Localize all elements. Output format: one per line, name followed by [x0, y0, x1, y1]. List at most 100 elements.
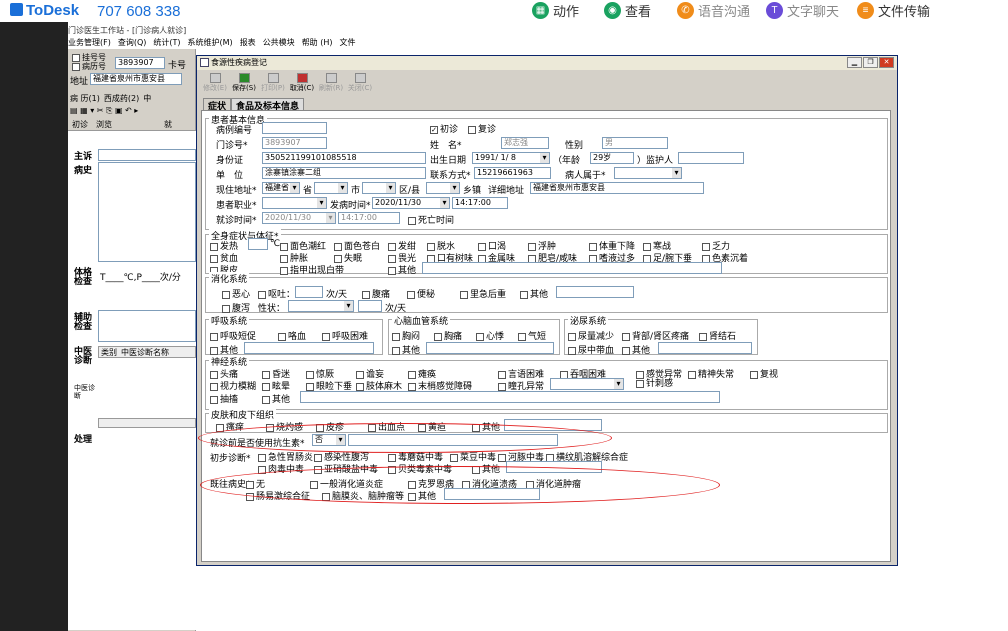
town-select[interactable] — [426, 182, 460, 194]
close-icon[interactable]: ✕ — [879, 57, 894, 68]
menu-query[interactable]: 查询(Q) — [118, 38, 147, 47]
symptom-twitching[interactable]: 抽搐 — [210, 392, 238, 405]
urinary-other-input[interactable] — [658, 342, 752, 354]
diarrhea-count-input[interactable] — [358, 300, 382, 312]
diag-scrollbar[interactable] — [98, 418, 196, 428]
close-button[interactable]: 关闭(C) — [346, 73, 374, 93]
symptom-nail-band[interactable]: 指甲出现白带 — [280, 263, 344, 276]
view-button[interactable]: ◉ 查看 — [604, 1, 651, 19]
tab-western[interactable]: 西成药(2) — [104, 93, 139, 104]
menu-help[interactable]: 帮助 (H) — [302, 38, 333, 47]
systemic-other-input[interactable] — [422, 262, 722, 274]
symptom-chest-tightness[interactable]: 胸闷 — [392, 329, 420, 342]
province-select[interactable]: 福建省 — [262, 182, 300, 194]
symptom-abdominal-pain[interactable]: 腹痛 — [362, 287, 390, 300]
reg-number-input[interactable]: 3893907 — [115, 57, 165, 69]
tab-food-sample[interactable]: 食品及标本信息 — [231, 98, 305, 112]
file-transfer-button[interactable]: ≡ 文件传输 — [857, 1, 930, 19]
address-input[interactable]: 福建省泉州市惠安县 — [90, 73, 182, 85]
menu-stats[interactable]: 统计(T) — [153, 38, 180, 47]
tab-symptoms[interactable]: 症状 — [203, 98, 232, 112]
symptom-psychosis[interactable]: 精神失常 — [688, 367, 734, 380]
tab-extra[interactable]: 就 — [164, 119, 172, 130]
symptom-diplopia[interactable]: 复视 — [750, 367, 778, 380]
symptom-hemoptysis[interactable]: 咯血 — [278, 329, 306, 342]
symptom-oliguria[interactable]: 尿量减少 — [568, 329, 614, 342]
menu-business[interactable]: 业务管理(F) — [68, 38, 111, 47]
neuro-other-input[interactable] — [300, 391, 720, 403]
city-select[interactable] — [314, 182, 348, 194]
unit-input[interactable]: 涂寨镇涂寨二组 — [262, 167, 426, 179]
dob-picker[interactable]: 1991/ 1/ 8 — [472, 152, 550, 164]
symptom-vertigo[interactable]: 眩晕 — [262, 379, 290, 392]
detail-address-input[interactable]: 福建省泉州市惠安县 — [530, 182, 704, 194]
symptom-shortness[interactable]: 气短 — [518, 329, 546, 342]
digestive-other-input[interactable] — [556, 286, 634, 298]
voice-button[interactable]: ✆ 语音沟通 — [677, 1, 750, 19]
visit-date-picker[interactable]: 2020/11/30 — [262, 212, 336, 224]
neuro-other[interactable]: 其他 — [262, 392, 290, 405]
symptom-hematuria[interactable]: 尿中带血 — [568, 343, 614, 356]
clinic-no-input[interactable]: 3893907 — [262, 137, 327, 149]
vomit-count-input[interactable] — [295, 286, 323, 298]
symptom-tenesmus[interactable]: 里急后重 — [460, 287, 506, 300]
pupil-select[interactable] — [550, 378, 624, 390]
minimize-icon[interactable]: ▁ — [847, 57, 862, 68]
symptom-needle[interactable]: 针刺感 — [636, 376, 673, 389]
symptom-chest-pain[interactable]: 胸痛 — [434, 329, 462, 342]
complaint-input[interactable] — [98, 149, 196, 161]
symptom-dyspnea[interactable]: 呼吸困难 — [322, 329, 368, 342]
edit-button[interactable]: 修改(E) — [201, 73, 229, 93]
print-button[interactable]: 打印(P) — [259, 73, 287, 93]
cardio-other[interactable]: 其他 — [392, 343, 420, 356]
onset-time-input[interactable]: 14:17:00 — [452, 197, 508, 209]
urinary-other[interactable]: 其他 — [622, 343, 650, 356]
guardian-input[interactable] — [678, 152, 744, 164]
symptom-palpitation[interactable]: 心悸 — [476, 329, 504, 342]
visit-time-input[interactable]: 14:17:00 — [338, 212, 400, 224]
symptom-other[interactable]: 其他 — [388, 263, 416, 276]
history-textarea[interactable] — [98, 162, 196, 262]
restore-icon[interactable]: ❐ — [863, 57, 878, 68]
case-no-input[interactable] — [262, 122, 327, 134]
symptom-nausea[interactable]: 恶心 — [222, 287, 250, 300]
tab-first-visit[interactable]: 初诊 — [72, 119, 88, 130]
onset-date-picker[interactable]: 2020/11/30 — [372, 197, 450, 209]
first-visit-checkbox[interactable]: ✓ 初诊 — [430, 122, 458, 135]
symptom-kidney-stone[interactable]: 肾结石 — [699, 329, 736, 342]
symptom-vomit[interactable]: 呕吐： — [258, 287, 295, 300]
respiratory-other-input[interactable] — [244, 342, 374, 354]
age-input[interactable]: 29岁 — [590, 152, 634, 164]
action-button[interactable]: ▦ 动作 — [532, 1, 579, 19]
fever-temp-input[interactable] — [248, 238, 268, 250]
revisit-checkbox[interactable]: 复诊 — [468, 122, 496, 135]
save-button[interactable]: 保存(S) — [230, 73, 258, 93]
symptom-constipation[interactable]: 便秘 — [407, 287, 435, 300]
menu-maintain[interactable]: 系统维护(M) — [188, 38, 233, 47]
refresh-button[interactable]: 刷新(R) — [317, 73, 345, 93]
menu-file[interactable]: 文件 — [340, 38, 356, 47]
name-input[interactable]: 郑志强 — [501, 137, 549, 149]
digestive-other[interactable]: 其他 — [520, 287, 548, 300]
sex-input[interactable]: 男 — [602, 137, 668, 149]
phone-input[interactable]: 15219661963 — [474, 167, 551, 179]
job-select[interactable] — [262, 197, 327, 209]
menu-report[interactable]: 报表 — [240, 38, 256, 47]
county-select[interactable] — [362, 182, 396, 194]
menu-public[interactable]: 公共模块 — [263, 38, 295, 47]
symptom-short-breath[interactable]: 呼吸短促 — [210, 329, 256, 342]
death-checkbox[interactable]: 死亡时间 — [408, 213, 454, 226]
aux-textarea[interactable] — [98, 310, 196, 342]
stool-nature-select[interactable] — [288, 300, 354, 312]
symptom-diarrhea[interactable]: 腹泻 — [222, 301, 250, 314]
tab-record[interactable]: 病 历(1) — [70, 93, 100, 104]
cancel-button[interactable]: 取消(C) — [288, 73, 316, 93]
belong-select[interactable] — [614, 167, 682, 179]
tab-browse[interactable]: 浏览 — [96, 119, 112, 130]
cardio-other-input[interactable] — [426, 342, 554, 354]
symptom-blurred-vision[interactable]: 视力模糊 — [210, 379, 256, 392]
chat-button[interactable]: T 文字聊天 — [766, 1, 839, 19]
tab-chinese[interactable]: 中 — [143, 93, 151, 104]
id-input[interactable]: 350521199101085518 — [262, 152, 426, 164]
symptom-back-pain[interactable]: 背部/肾区疼痛 — [622, 329, 689, 342]
